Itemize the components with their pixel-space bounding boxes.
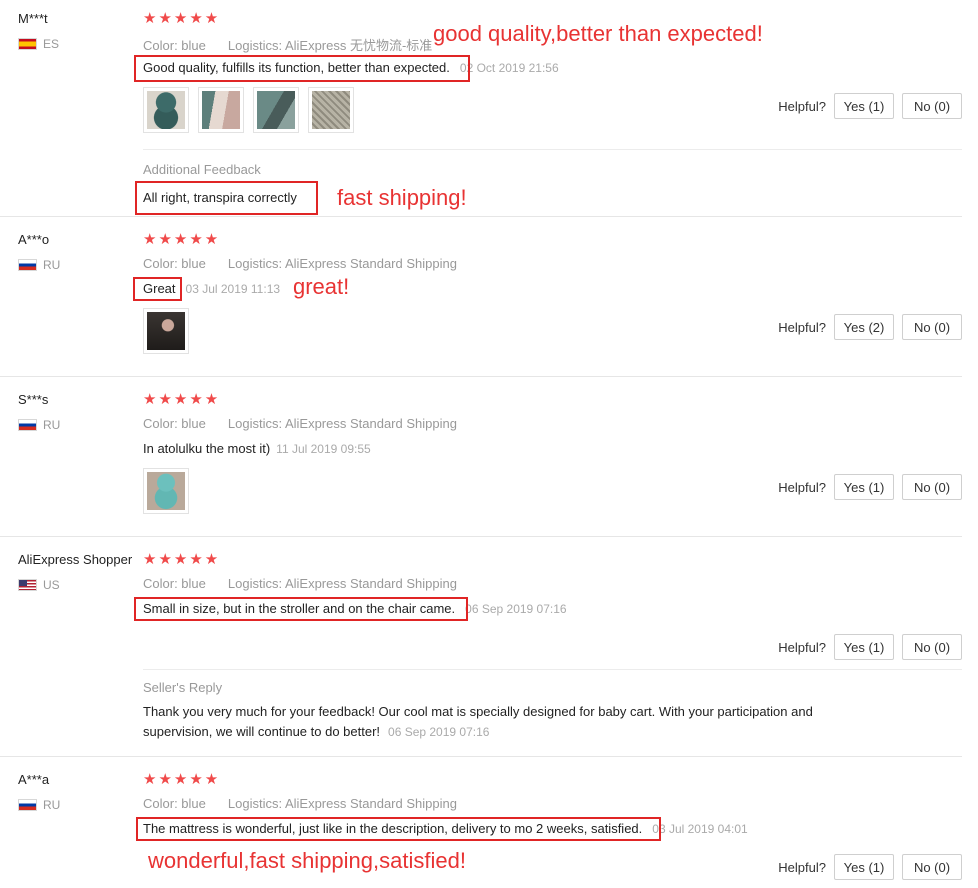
- vote-yes-button[interactable]: Yes (1): [834, 634, 894, 660]
- highlight-box: [134, 55, 470, 82]
- review-photos: [143, 468, 189, 514]
- annotation-text: great!: [293, 274, 350, 299]
- vote-no-button[interactable]: No (0): [902, 474, 962, 500]
- reviewer-name: S***s: [18, 392, 49, 407]
- russia-flag-icon: [18, 419, 37, 431]
- helpful-vote: Helpful? Yes (1) No (0): [778, 474, 962, 500]
- annotation-text: good quality,better than expected!: [433, 21, 763, 46]
- country-code: RU: [43, 418, 61, 432]
- order-info: Color: blue Logistics: AliExpress 无忧物流-标准: [143, 35, 432, 54]
- annotation-text: wonderful,fast shipping,satisfied!: [148, 848, 466, 873]
- order-info: Color: blue Logistics: AliExpress Standar…: [143, 416, 457, 431]
- logistics-info: Logistics: AliExpress Standard Shipping: [227, 256, 457, 271]
- helpful-label: Helpful?: [778, 479, 826, 495]
- review-photo[interactable]: [308, 87, 354, 133]
- vote-no-button[interactable]: No (0): [902, 634, 962, 660]
- vote-yes-button[interactable]: Yes (2): [834, 314, 894, 340]
- seller-reply-label: Seller's Reply: [143, 680, 223, 695]
- divider: [143, 669, 962, 670]
- review-time: 03 Jul 2019 11:13: [185, 282, 281, 296]
- review-text-row: In atolulku the most it) 11 Jul 2019 09:5…: [143, 441, 371, 456]
- review-divider: [0, 216, 962, 217]
- divider: [143, 149, 962, 150]
- order-info: Color: blue Logistics: AliExpress Standar…: [143, 796, 457, 811]
- helpful-vote: Helpful? Yes (1) No (0): [778, 854, 962, 880]
- reviewer-name: A***o: [18, 232, 50, 247]
- review-text: In atolulku the most it): [143, 441, 271, 456]
- review-photos: [143, 308, 189, 354]
- helpful-vote: Helpful? Yes (1) No (0): [778, 634, 962, 660]
- reviewer-name: A***a: [18, 772, 50, 787]
- review-photo[interactable]: [143, 468, 189, 514]
- highlight-box: [135, 181, 318, 215]
- seller-reply: Thank you very much for your feedback! O…: [143, 702, 823, 742]
- helpful-vote: Helpful? Yes (2) No (0): [778, 314, 962, 340]
- star-rating: ★★★★★: [143, 231, 221, 248]
- reviewer-name: M***t: [18, 11, 48, 26]
- logistics-info: Logistics: AliExpress 无忧物流-标准: [227, 38, 433, 53]
- us-flag-icon: [18, 579, 37, 591]
- review-time: 03 Jul 2019 04:01: [652, 822, 748, 836]
- reviewer-name: AliExpress Shopper: [18, 552, 133, 567]
- review-photo[interactable]: [253, 87, 299, 133]
- highlight-box: [133, 277, 182, 301]
- review-photos: [143, 87, 354, 133]
- vote-yes-button[interactable]: Yes (1): [834, 854, 894, 880]
- country-code: US: [43, 578, 60, 592]
- highlight-box: [134, 597, 468, 621]
- reviewer-country: RU: [18, 418, 60, 432]
- review-divider: [0, 536, 962, 537]
- additional-feedback-label: Additional Feedback: [143, 162, 261, 177]
- seller-reply-time: 06 Sep 2019 07:16: [388, 725, 490, 739]
- review-divider: [0, 756, 962, 757]
- review-photo[interactable]: [198, 87, 244, 133]
- annotation-text: fast shipping!: [337, 185, 467, 210]
- color-info: Color: blue: [143, 256, 206, 271]
- star-rating: ★★★★★: [143, 391, 221, 408]
- helpful-label: Helpful?: [778, 319, 826, 335]
- highlight-box: [136, 817, 661, 841]
- review-time: 06 Sep 2019 07:16: [465, 602, 567, 616]
- color-info: Color: blue: [143, 796, 206, 811]
- country-code: RU: [43, 798, 61, 812]
- vote-no-button[interactable]: No (0): [902, 93, 962, 119]
- vote-yes-button[interactable]: Yes (1): [834, 93, 894, 119]
- color-info: Color: blue: [143, 416, 206, 431]
- review-photo[interactable]: [143, 308, 189, 354]
- color-info: Color: blue: [143, 38, 206, 53]
- reviewer-country: ES: [18, 37, 59, 51]
- helpful-vote: Helpful? Yes (1) No (0): [778, 93, 962, 119]
- country-code: ES: [43, 37, 60, 51]
- star-rating: ★★★★★: [143, 771, 221, 788]
- reviewer-country: RU: [18, 258, 60, 272]
- reviewer-country: US: [18, 578, 60, 592]
- review-time: 02 Oct 2019 21:56: [459, 61, 559, 75]
- vote-no-button[interactable]: No (0): [902, 314, 962, 340]
- review-time: 11 Jul 2019 09:55: [276, 442, 371, 456]
- vote-no-button[interactable]: No (0): [902, 854, 962, 880]
- reviewer-country: RU: [18, 798, 60, 812]
- star-rating: ★★★★★: [143, 10, 221, 27]
- helpful-label: Helpful?: [778, 859, 826, 875]
- helpful-label: Helpful?: [778, 98, 826, 114]
- order-info: Color: blue Logistics: AliExpress Standar…: [143, 576, 457, 591]
- review-photo[interactable]: [143, 87, 189, 133]
- logistics-info: Logistics: AliExpress Standard Shipping: [227, 796, 457, 811]
- country-code: RU: [43, 258, 61, 272]
- star-rating: ★★★★★: [143, 551, 221, 568]
- review-divider: [0, 376, 962, 377]
- spain-flag-icon: [18, 38, 37, 50]
- logistics-info: Logistics: AliExpress Standard Shipping: [227, 416, 457, 431]
- russia-flag-icon: [18, 799, 37, 811]
- russia-flag-icon: [18, 259, 37, 271]
- order-info: Color: blue Logistics: AliExpress Standar…: [143, 256, 457, 271]
- vote-yes-button[interactable]: Yes (1): [834, 474, 894, 500]
- helpful-label: Helpful?: [778, 639, 826, 655]
- logistics-info: Logistics: AliExpress Standard Shipping: [227, 576, 457, 591]
- color-info: Color: blue: [143, 576, 206, 591]
